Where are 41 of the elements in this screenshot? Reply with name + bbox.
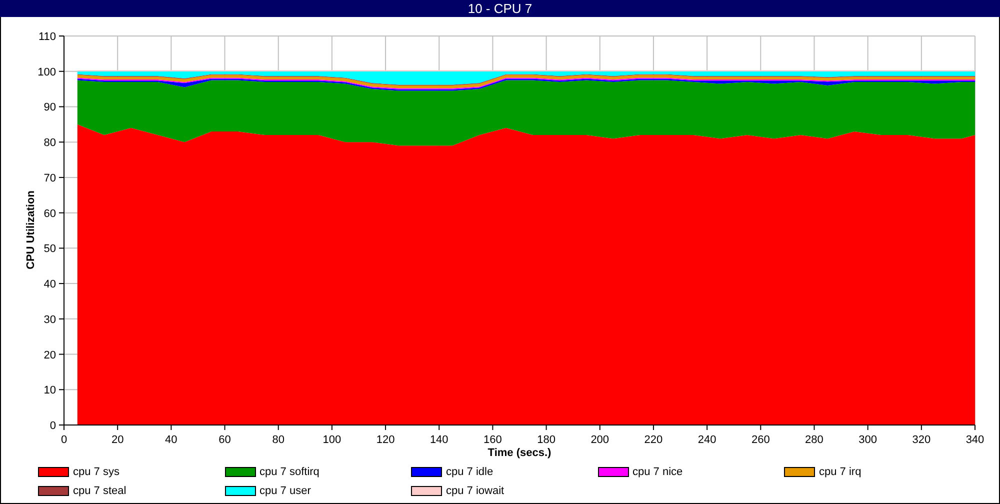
y-tick-label: 30 bbox=[44, 314, 56, 326]
y-tick-label: 70 bbox=[44, 172, 56, 184]
x-axis-title: Time (secs.) bbox=[488, 447, 552, 459]
x-tick-label: 40 bbox=[165, 434, 178, 446]
x-tick-label: 0 bbox=[60, 434, 68, 446]
x-tick-label: 120 bbox=[376, 434, 395, 446]
x-tick-label: 60 bbox=[218, 434, 231, 446]
x-tick-label: 300 bbox=[858, 434, 877, 446]
legend-label: cpu 7 steal bbox=[73, 485, 126, 497]
y-tick-label: 40 bbox=[44, 278, 56, 291]
legend-label: cpu 7 irq bbox=[819, 466, 862, 478]
legend-label: cpu 7 iowait bbox=[446, 485, 504, 497]
y-tick-label: 60 bbox=[44, 208, 56, 220]
x-tick-label: 260 bbox=[751, 434, 770, 446]
y-tick-label: 80 bbox=[44, 137, 56, 150]
legend-label: cpu 7 nice bbox=[632, 466, 683, 478]
x-tick-label: 140 bbox=[430, 434, 448, 446]
y-tick-label: 110 bbox=[38, 31, 56, 43]
y-tick-label: 20 bbox=[44, 349, 56, 362]
x-tick-label: 240 bbox=[698, 434, 716, 446]
legend-label: cpu 7 softirq bbox=[260, 466, 320, 478]
legend-label: cpu 7 user bbox=[260, 485, 311, 497]
legend-label: cpu 7 idle bbox=[446, 466, 494, 478]
y-tick-label: 0 bbox=[50, 420, 56, 432]
x-tick-label: 320 bbox=[912, 434, 931, 446]
x-tick-label: 220 bbox=[644, 434, 663, 446]
x-tick-label: 20 bbox=[111, 434, 124, 446]
x-tick-label: 160 bbox=[484, 434, 502, 446]
y-tick-label: 100 bbox=[38, 66, 56, 78]
x-tick-label: 180 bbox=[537, 434, 556, 446]
x-tick-label: 340 bbox=[966, 434, 984, 446]
y-tick-label: 50 bbox=[44, 243, 56, 256]
y-tick-label: 90 bbox=[44, 102, 56, 114]
x-tick-label: 280 bbox=[805, 434, 824, 446]
x-tick-label: 80 bbox=[272, 434, 284, 446]
legend-label: cpu 7 sys bbox=[73, 466, 120, 478]
x-tick-label: 100 bbox=[322, 434, 342, 446]
window-title: 10 - CPU 7 bbox=[468, 0, 532, 16]
x-tick-label: 200 bbox=[590, 434, 610, 446]
y-axis-title: CPU Utilization bbox=[25, 190, 37, 270]
y-tick-label: 10 bbox=[44, 384, 56, 397]
